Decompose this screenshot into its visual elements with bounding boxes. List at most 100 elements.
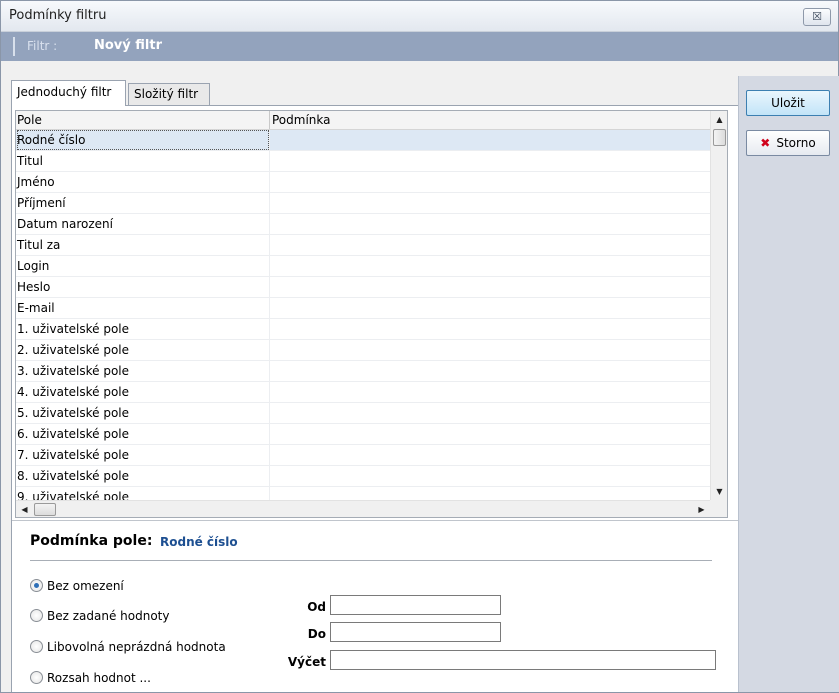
title-bar: Podmínky filtru ☒ <box>1 1 838 32</box>
table-row[interactable]: Titul za <box>16 235 710 256</box>
scroll-down-icon[interactable]: ▼ <box>711 483 727 500</box>
column-header-condition[interactable]: Podmínka <box>272 113 331 127</box>
filter-name-bar: Filtr : Nový filtr <box>1 32 838 61</box>
cell-divider <box>269 214 270 235</box>
field-cell: Login <box>17 259 50 273</box>
action-panel: Uložit ✖ Storno <box>738 76 839 692</box>
table-row[interactable]: 7. uživatelské pole <box>16 445 710 466</box>
radio-unchecked-icon <box>30 671 43 684</box>
do-label: Do <box>307 627 326 641</box>
cancel-button[interactable]: ✖ Storno <box>746 130 830 156</box>
divider <box>30 560 712 561</box>
table-row[interactable]: E-mail <box>16 298 710 319</box>
field-cell: 6. uživatelské pole <box>17 427 130 441</box>
radio-label: Rozsah hodnot ... <box>47 671 151 685</box>
cell-divider <box>269 445 270 466</box>
tab-simple-filter[interactable]: Jednoduchý filtr <box>11 80 126 106</box>
grid-rows: Rodné číslo Titul Jméno Příjmení Datum naroz… <box>16 130 710 508</box>
cell-divider <box>269 382 270 403</box>
field-cell: Jméno <box>17 175 55 189</box>
radio-any-nonempty[interactable]: Libovolná neprázdná hodnota <box>30 638 226 656</box>
table-row[interactable]: Login <box>16 256 710 277</box>
filter-conditions-dialog: Podmínky filtru ☒ Filtr : Nový filtr Jed… <box>0 0 839 693</box>
filter-bar-divider <box>13 37 15 56</box>
selected-field-name: Rodné číslo <box>160 535 238 549</box>
cell-divider <box>269 319 270 340</box>
od-label: Od <box>307 600 326 614</box>
table-row[interactable]: Heslo <box>16 277 710 298</box>
table-row[interactable]: 8. uživatelské pole <box>16 466 710 487</box>
cell-divider <box>269 361 270 382</box>
radio-unchecked-icon <box>30 609 43 622</box>
field-cell: 3. uživatelské pole <box>17 364 130 378</box>
field-cell: 2. uživatelské pole <box>17 343 130 357</box>
scrollbar-corner <box>710 500 727 517</box>
table-row[interactable]: 2. uživatelské pole <box>16 340 710 361</box>
radio-value-range[interactable]: Rozsah hodnot ... <box>30 669 151 687</box>
cell-divider <box>269 256 270 277</box>
close-icon: ✖ <box>760 136 771 150</box>
field-cell: 5. uživatelské pole <box>17 406 130 420</box>
table-row[interactable]: Datum narození <box>16 214 710 235</box>
radio-label: Bez zadané hodnoty <box>47 609 170 623</box>
horizontal-scrollbar[interactable]: ◀ ▶ <box>16 500 710 517</box>
table-row[interactable]: 3. uživatelské pole <box>16 361 710 382</box>
field-cell: 8. uživatelské pole <box>17 469 130 483</box>
radio-label: Libovolná neprázdná hodnota <box>47 640 226 654</box>
field-condition-panel: Podmínka pole: Rodné číslo Bez omezení B… <box>12 520 738 692</box>
vycet-input[interactable] <box>330 650 716 670</box>
cancel-label: Storno <box>776 136 816 150</box>
scroll-right-icon[interactable]: ▶ <box>693 501 710 517</box>
radio-checked-icon <box>30 579 43 592</box>
filter-label: Filtr : <box>27 39 58 53</box>
save-button[interactable]: Uložit <box>746 90 830 116</box>
cell-divider <box>269 151 270 172</box>
cell-divider <box>269 172 270 193</box>
table-row[interactable]: 1. uživatelské pole <box>16 319 710 340</box>
field-cell: E-mail <box>17 301 55 315</box>
scroll-up-icon[interactable]: ▲ <box>711 111 727 128</box>
cell-divider <box>269 193 270 214</box>
cell-divider <box>269 466 270 487</box>
radio-no-value[interactable]: Bez zadané hodnoty <box>30 607 169 625</box>
window-title: Podmínky filtru <box>9 8 107 23</box>
cell-divider <box>269 235 270 256</box>
grid-header: Pole Podmínka <box>16 111 710 130</box>
vycet-label: Výčet <box>287 655 326 669</box>
filter-name: Nový filtr <box>94 38 163 53</box>
radio-label: Bez omezení <box>47 579 124 593</box>
field-cell: 1. uživatelské pole <box>17 322 130 336</box>
table-row[interactable]: 4. uživatelské pole <box>16 382 710 403</box>
field-cell: 4. uživatelské pole <box>17 385 130 399</box>
table-row[interactable]: Rodné číslo <box>16 130 710 151</box>
od-input[interactable] <box>330 595 501 615</box>
do-input[interactable] <box>330 622 501 642</box>
tab-complex-filter[interactable]: Složitý filtr <box>128 83 210 105</box>
field-cell: 7. uživatelské pole <box>17 448 130 462</box>
column-header-field[interactable]: Pole <box>17 113 42 127</box>
radio-no-restriction[interactable]: Bez omezení <box>30 577 124 595</box>
field-cell: Heslo <box>17 280 51 294</box>
horizontal-scroll-thumb[interactable] <box>34 503 56 516</box>
scroll-left-icon[interactable]: ◀ <box>16 501 33 517</box>
cell-divider <box>269 403 270 424</box>
cell-divider <box>269 130 270 151</box>
vertical-scrollbar[interactable]: ▲ ▼ <box>710 111 727 500</box>
field-cell: Datum narození <box>17 217 113 231</box>
vertical-scroll-thumb[interactable] <box>713 129 726 146</box>
table-row[interactable]: 6. uživatelské pole <box>16 424 710 445</box>
cell-divider <box>269 277 270 298</box>
condition-heading: Podmínka pole: <box>30 533 153 549</box>
tab-content: Pole Podmínka Rodné číslo Titul Jméno Příjm… <box>11 105 739 692</box>
cell-divider <box>269 340 270 361</box>
field-cell: Příjmení <box>17 196 66 210</box>
column-divider[interactable] <box>269 111 270 129</box>
table-row[interactable]: Jméno <box>16 172 710 193</box>
field-cell: Rodné číslo <box>17 130 269 150</box>
table-row[interactable]: 5. uživatelské pole <box>16 403 710 424</box>
close-button[interactable]: ☒ <box>803 8 831 26</box>
table-row[interactable]: Příjmení <box>16 193 710 214</box>
table-row[interactable]: Titul <box>16 151 710 172</box>
fields-grid: Pole Podmínka Rodné číslo Titul Jméno Příjm… <box>15 110 728 518</box>
cell-divider <box>269 298 270 319</box>
